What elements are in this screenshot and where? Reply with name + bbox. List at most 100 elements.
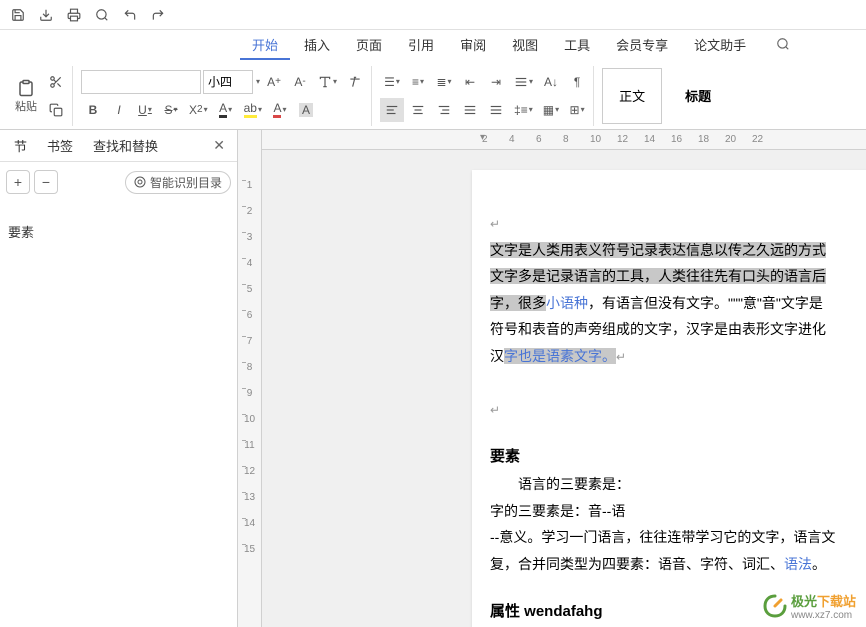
hyperlink[interactable]: 小语种 [546,295,588,311]
sidebar-toolbar: + − 智能识别目录 [0,162,237,202]
menu-start[interactable]: 开始 [240,32,290,60]
save-icon[interactable] [4,3,32,27]
sort-button[interactable]: A↓ [539,70,563,94]
horizontal-ruler: ▾ 2 4 6 8 10 12 14 16 18 20 22 [262,130,866,150]
page-content[interactable]: ↵ 文字是人类用表义符号记录表达信息以传之久远的方式 文字多是记录语言的工具，人… [490,210,866,626]
align-left-button[interactable] [380,98,404,122]
add-button[interactable]: + [6,170,30,194]
show-marks-button[interactable]: ¶ [565,70,589,94]
bold-button[interactable]: B [81,98,105,122]
multilevel-list-button[interactable]: ≣▾ [432,70,456,94]
ruler-mark: 6 [238,310,261,336]
selected-text[interactable]: 字也是语素文字。 [504,348,616,364]
remove-button[interactable]: − [34,170,58,194]
toc-item[interactable]: 要素 [8,222,229,241]
align-distribute-button[interactable] [484,98,508,122]
ruler-mark: 12 [617,134,644,145]
align-right-button[interactable] [432,98,456,122]
watermark: 极光下载站 www.xz7.com [763,591,856,621]
smart-toc-button[interactable]: 智能识别目录 [125,171,231,194]
undo-icon[interactable] [116,3,144,27]
text-direction-button[interactable]: ▾ [510,70,537,94]
ruler-mark: 11 [238,440,261,466]
section-heading[interactable]: 要素 [490,443,866,472]
decrease-indent-button[interactable]: ⇤ [458,70,482,94]
smart-toc-label: 智能识别目录 [150,174,222,191]
chevron-down-icon[interactable]: ▾ [256,77,260,86]
style-heading-button[interactable]: 标题 [668,68,728,124]
selected-text[interactable]: 文字多是记录语言的工具，人类往往先有口头的语言后 [490,268,826,284]
ruler-mark: 18 [698,134,725,145]
ruler-mark: 10 [238,414,261,440]
indent-marker-icon[interactable]: ▾ [480,132,485,143]
ruler-mark: 2 [482,134,509,145]
search-icon[interactable] [768,33,798,60]
doc-text: 。 [812,556,826,572]
hyperlink[interactable]: 字也是语素文字。 [504,348,616,364]
increase-indent-button[interactable]: ⇥ [484,70,508,94]
paste-button[interactable]: 粘贴 [10,76,42,116]
main-area: 节 书签 查找和替换 ✕ + − 智能识别目录 要素 1 2 3 4 5 6 7… [0,130,866,627]
sidebar-tab-bookmark[interactable]: 书签 [37,132,83,159]
italic-button[interactable]: I [107,98,131,122]
doc-text[interactable]: 语言的三要素是： [518,476,630,492]
menu-tools[interactable]: 工具 [552,32,602,60]
ruler-mark: 10 [590,134,617,145]
menu-insert[interactable]: 插入 [292,32,342,60]
paragraph-mark-icon: ↵ [490,403,500,417]
cut-button[interactable] [44,70,68,94]
document-area: ▾ 2 4 6 8 10 12 14 16 18 20 22 ↵ 文字是人类用表… [262,130,866,627]
print-preview-icon[interactable] [88,3,116,27]
menu-thesis[interactable]: 论文助手 [682,32,758,60]
redo-icon[interactable] [144,3,172,27]
selected-text[interactable]: 字，很多 [490,295,546,311]
font-family-select[interactable] [81,70,201,94]
paragraph-mark-icon: ↵ [616,350,626,364]
sidebar-tab-findreplace[interactable]: 查找和替换 [83,132,168,159]
shading-button[interactable]: ▦▾ [539,98,563,122]
char-shading-button[interactable]: A [294,98,318,122]
doc-text[interactable]: ，有语言但没有文字。"""意"音"文字是 [588,295,823,311]
superscript-button[interactable]: X2▾ [185,98,212,122]
menu-view[interactable]: 视图 [500,32,550,60]
align-justify-button[interactable] [458,98,482,122]
font-grow-button[interactable]: A+ [262,70,286,94]
menu-member[interactable]: 会员专享 [604,32,680,60]
strikethrough-button[interactable]: S▾ [159,98,183,122]
doc-text[interactable]: --意义。学习一门语言，往往连带学习它的文字，语言文 [490,524,866,551]
style-normal-button[interactable]: 正文 [602,68,662,124]
doc-text[interactable]: 复，合并同类型为四要素：语音、字符、词汇、 [490,556,784,572]
print-icon[interactable] [60,3,88,27]
menu-review[interactable]: 审阅 [448,32,498,60]
menu-reference[interactable]: 引用 [396,32,446,60]
menu-page[interactable]: 页面 [344,32,394,60]
change-case-button[interactable]: ▾ [314,70,341,94]
sidebar-tab-section[interactable]: 节 [4,132,37,159]
bullets-button[interactable]: ☰▾ [380,70,404,94]
ruler-mark: 3 [238,232,261,258]
borders-button[interactable]: ⊞▾ [565,98,589,122]
text-effects-button[interactable]: A▾ [268,98,292,122]
highlight-button[interactable]: ab▾ [240,98,266,122]
clear-format-button[interactable] [343,70,367,94]
numbering-button[interactable]: ≡▾ [406,70,430,94]
document-page[interactable]: ↵ 文字是人类用表义符号记录表达信息以传之久远的方式 文字多是记录语言的工具，人… [472,170,866,627]
font-color-button[interactable]: A▾ [214,98,238,122]
font-size-select[interactable] [203,70,253,94]
doc-text[interactable]: 汉 [490,348,504,364]
underline-button[interactable]: U▾ [133,98,157,122]
export-icon[interactable] [32,3,60,27]
ruler-mark: 7 [238,336,261,362]
ruler-mark: 16 [671,134,698,145]
copy-button[interactable] [44,98,68,122]
align-center-button[interactable] [406,98,430,122]
doc-text[interactable]: 符号和表音的声旁组成的文字，汉字是由表形文字进化 [490,321,826,337]
line-spacing-button[interactable]: ‡≡▾ [510,98,537,122]
hyperlink[interactable]: 语法 [784,556,812,572]
selected-text[interactable]: 文字是人类用表义符号记录表达信息以传之久远的方式 [490,242,826,258]
font-shrink-button[interactable]: A- [288,70,312,94]
navigation-sidebar: 节 书签 查找和替换 ✕ + − 智能识别目录 要素 [0,130,238,627]
ribbon-toolbar: 粘贴 ▾ A+ A- ▾ [0,62,866,130]
doc-text[interactable]: 字的三要素是：音--语 [490,503,625,519]
close-icon[interactable]: ✕ [205,133,233,158]
